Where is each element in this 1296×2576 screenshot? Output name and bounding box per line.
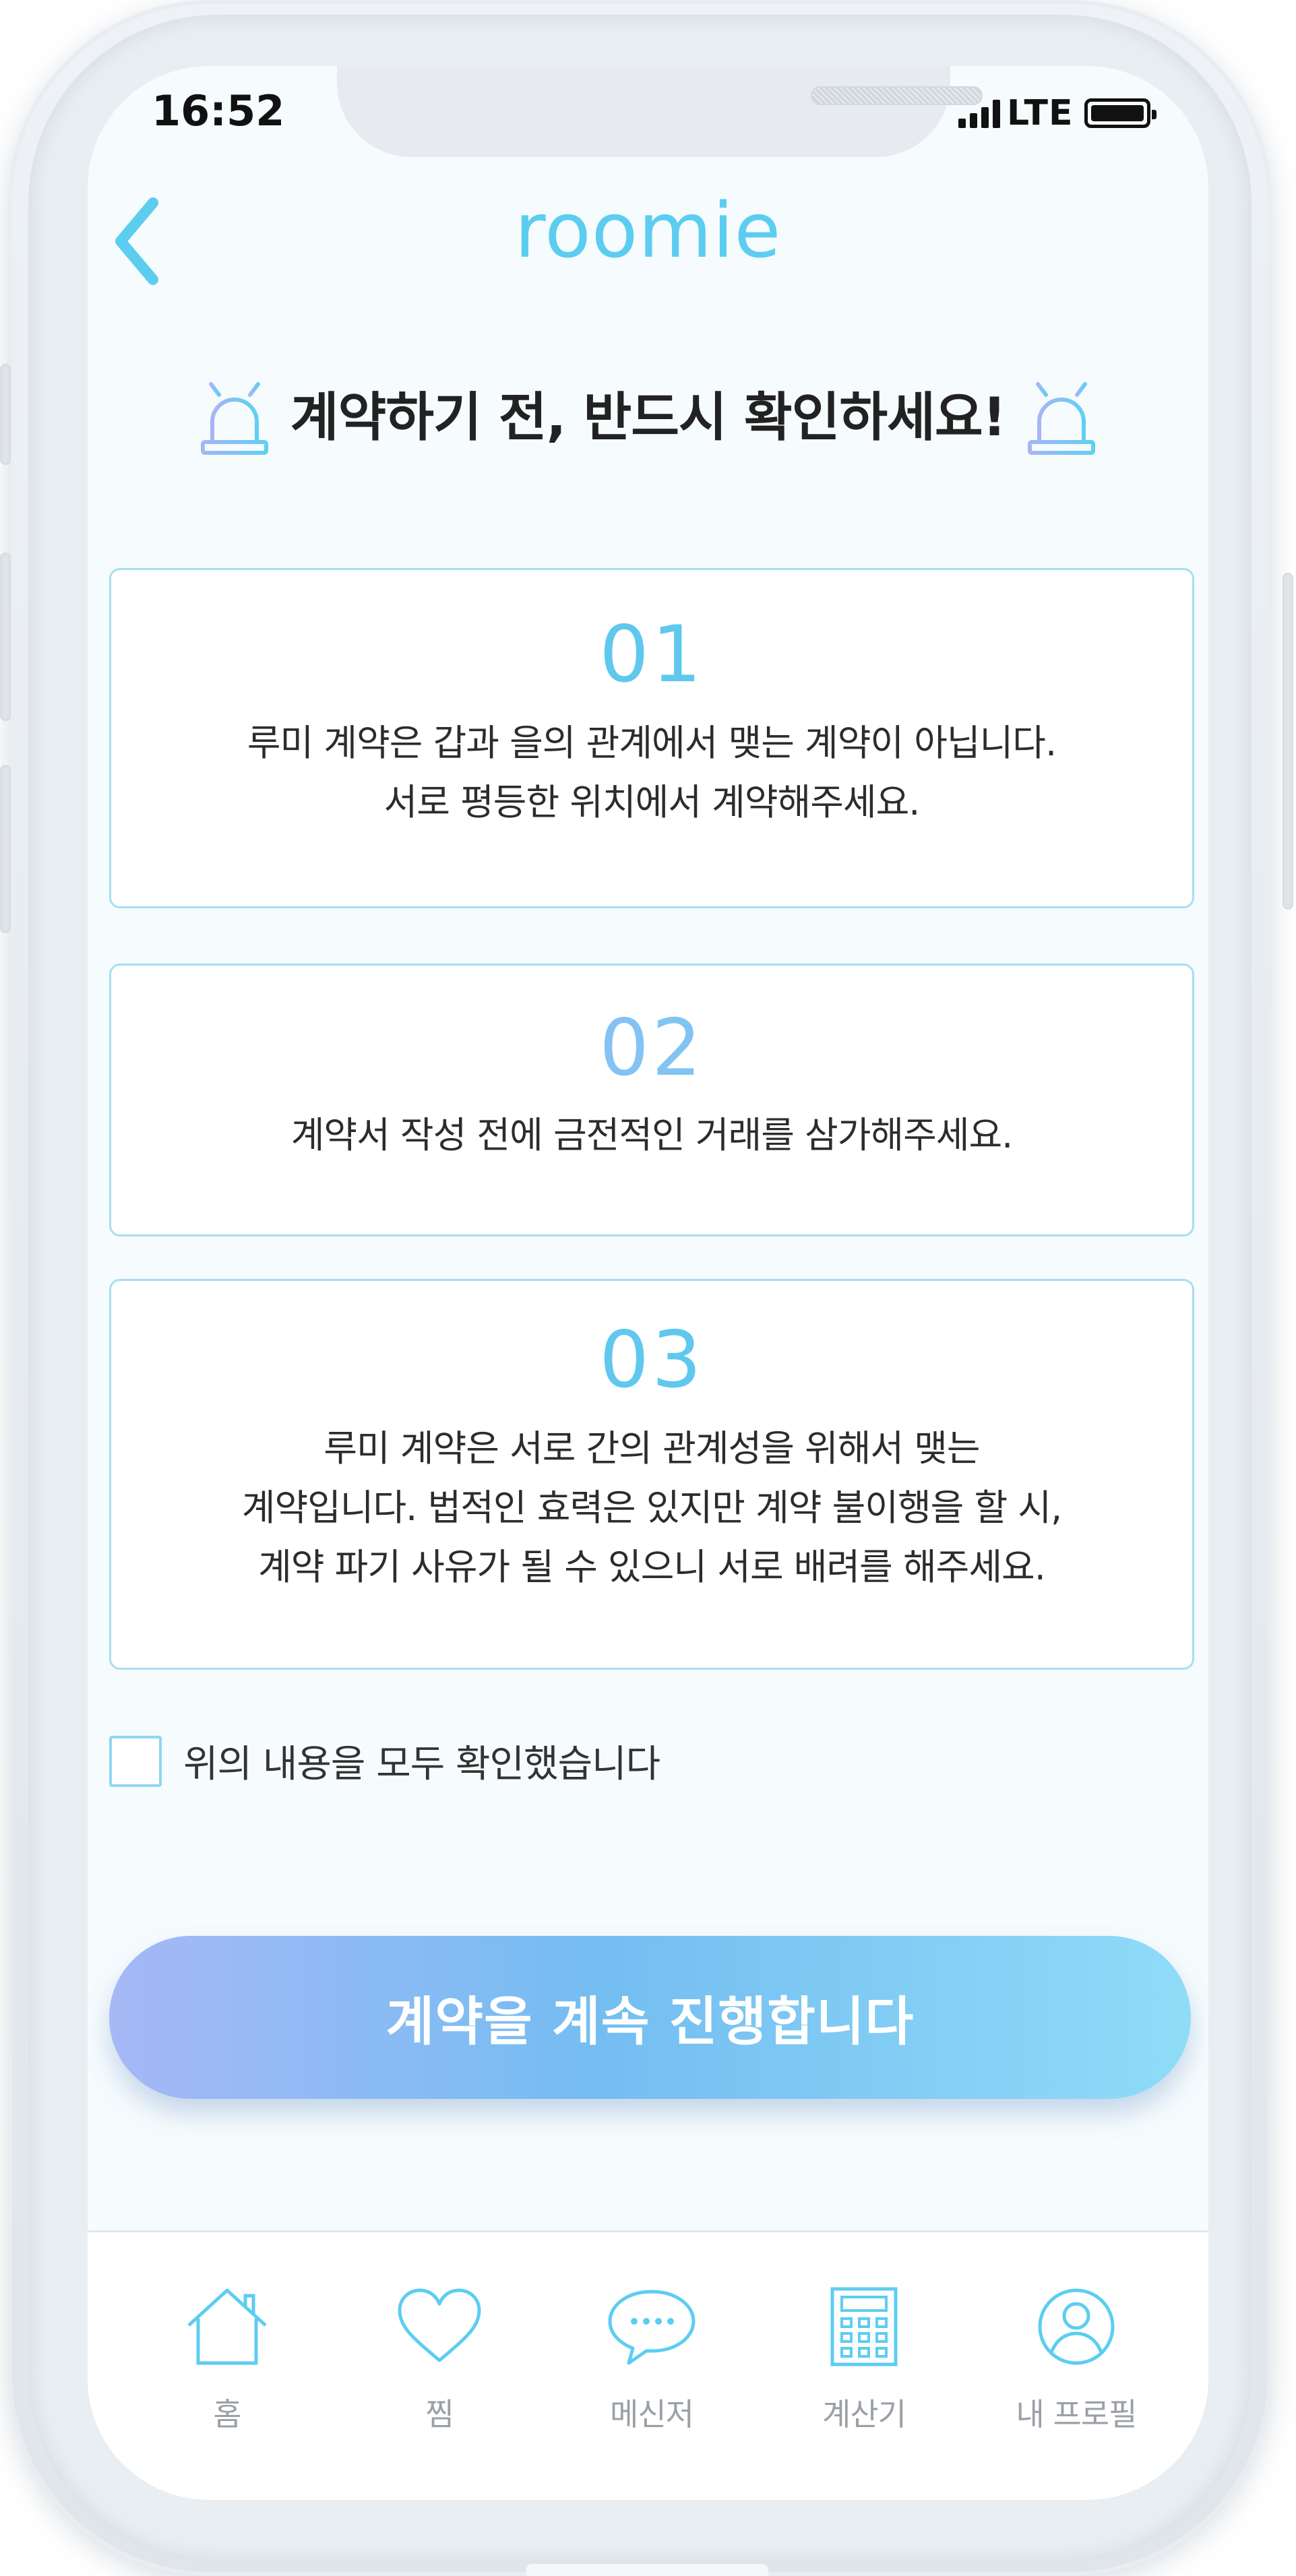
- tab-messenger[interactable]: 메신저: [571, 2286, 733, 2434]
- app-title: roomie: [514, 187, 782, 275]
- battery-icon: [1084, 98, 1156, 128]
- card-text-line: 계약서 작성 전에 금전적인 거래를 삼가해주세요.: [290, 1114, 1014, 1156]
- agreement-checkbox[interactable]: [109, 1735, 162, 1787]
- heart-icon: [398, 2288, 481, 2362]
- continue-contract-label: 계약을 계속 진행합니다: [385, 1992, 915, 2052]
- status-time: 16:52: [152, 86, 285, 135]
- volume-down-button: [0, 765, 11, 933]
- continue-contract-button[interactable]: 계약을 계속 진행합니다: [109, 1936, 1191, 2099]
- notice-card-1: 01 루미 계약은 갑과 을의 관계에서 맺는 계약이 아닙니다. 서로 평등한…: [109, 568, 1194, 908]
- tab-label: 계산기: [822, 2396, 906, 2432]
- warning-text: 계약하기 전, 반드시 확인하세요!: [290, 387, 1007, 448]
- chat-bubble-icon: [608, 2290, 696, 2365]
- warning-heading: 계약하기 전, 반드시 확인하세요!: [88, 369, 1208, 457]
- volume-up-button: [0, 553, 11, 721]
- notch: [337, 66, 983, 157]
- network-label: LTE: [1007, 93, 1074, 133]
- bottom-tab-bar: 홈 찜 메신저 계산기 내 프로필: [88, 2230, 1208, 2500]
- status-indicators: LTE: [958, 93, 1156, 133]
- calculator-icon: [830, 2287, 898, 2366]
- notice-card-3: 03 루미 계약은 서로 간의 관계성을 위해서 맺는 계약입니다. 법적인 효…: [109, 1279, 1194, 1670]
- card-text-line: 루미 계약은 갑과 을의 관계에서 맺는 계약이 아닙니다.: [247, 722, 1057, 764]
- tab-calculator[interactable]: 계산기: [783, 2286, 945, 2434]
- notice-card-2: 02 계약서 작성 전에 금전적인 거래를 삼가해주세요.: [109, 964, 1194, 1236]
- agreement-label: 위의 내용을 모두 확인했습니다: [183, 1742, 660, 1786]
- profile-icon: [1038, 2288, 1115, 2365]
- tab-label: 홈: [213, 2396, 241, 2432]
- card-number: 01: [599, 609, 704, 700]
- speaker-grille: [811, 86, 983, 105]
- card-text-line: 루미 계약은 서로 간의 관계성을 위해서 맺는: [323, 1427, 980, 1470]
- tab-profile[interactable]: 내 프로필: [995, 2286, 1157, 2434]
- signal-icon: [958, 98, 1000, 128]
- card-text-line: 계약 파기 사유가 될 수 있으니 서로 배려를 해주세요.: [258, 1546, 1046, 1588]
- card-text-line: 계약입니다. 법적인 효력은 있지만 계약 불이행을 할 시,: [241, 1486, 1062, 1529]
- card-number: 03: [599, 1315, 704, 1406]
- app-screen: 16:52 LTE roomie 계약하기 전, 반드시 확인하세요! 01 루…: [88, 66, 1208, 2500]
- card-text-line: 서로 평등한 위치에서 계약해주세요.: [383, 781, 921, 823]
- tab-label: 내 프로필: [1016, 2396, 1138, 2432]
- tab-label: 메신저: [610, 2396, 694, 2432]
- power-button: [1283, 573, 1293, 910]
- home-indicator: [526, 2564, 768, 2576]
- tab-label: 찜: [425, 2396, 454, 2432]
- tab-favorites[interactable]: 찜: [359, 2286, 520, 2434]
- card-number: 02: [111, 1003, 1192, 1094]
- siren-icon: [1028, 373, 1096, 455]
- siren-icon: [200, 373, 268, 455]
- agreement-row[interactable]: 위의 내용을 모두 확인했습니다: [109, 1734, 660, 1788]
- tab-home[interactable]: 홈: [146, 2286, 308, 2434]
- home-icon: [187, 2288, 267, 2365]
- silent-switch: [0, 364, 11, 465]
